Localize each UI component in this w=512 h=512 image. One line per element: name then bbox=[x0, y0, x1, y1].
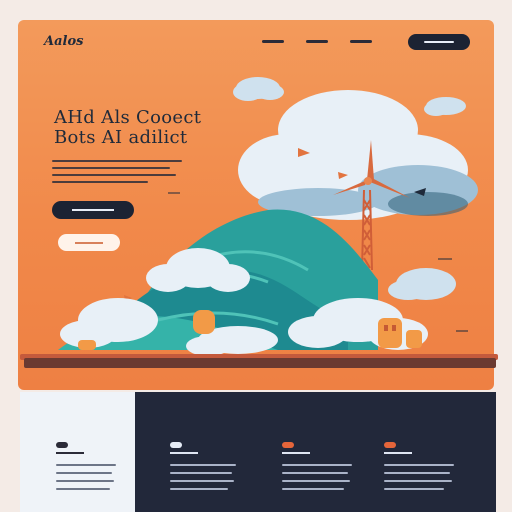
footer-col-3 bbox=[282, 442, 352, 496]
brand-logo[interactable]: Aalos bbox=[44, 34, 83, 49]
cloud-icon bbox=[233, 77, 284, 101]
header-cta-button[interactable] bbox=[408, 34, 470, 50]
footer-col-icon bbox=[282, 442, 294, 448]
top-nav bbox=[262, 40, 372, 43]
footer-col-4 bbox=[384, 442, 454, 496]
footer-col-icon bbox=[56, 442, 68, 448]
footer-section bbox=[20, 392, 496, 512]
headline-line-2: Bots AI adilict bbox=[54, 127, 188, 148]
cloud-icon bbox=[424, 97, 466, 116]
hero-description bbox=[52, 160, 182, 188]
nav-link-1[interactable] bbox=[262, 40, 284, 43]
nav-link-3[interactable] bbox=[350, 40, 372, 43]
headline-line-1: AHd Als Cooect bbox=[54, 107, 202, 128]
hero-headline: AHd Als Cooect Bots AI adilict bbox=[54, 108, 201, 148]
footer-col-icon bbox=[170, 442, 182, 448]
hero-shelf bbox=[24, 358, 496, 368]
footer-col-2 bbox=[170, 442, 236, 496]
secondary-button[interactable] bbox=[58, 234, 120, 251]
cloud-icon bbox=[388, 268, 456, 300]
primary-button[interactable] bbox=[52, 201, 134, 219]
nav-link-2[interactable] bbox=[306, 40, 328, 43]
landing-page: Aalos AHd Als Cooect Bots AI adilict bbox=[0, 0, 512, 512]
footer-col-icon bbox=[384, 442, 396, 448]
footer-col-1 bbox=[56, 442, 116, 496]
hero-section: Aalos AHd Als Cooect Bots AI adilict bbox=[18, 20, 494, 390]
